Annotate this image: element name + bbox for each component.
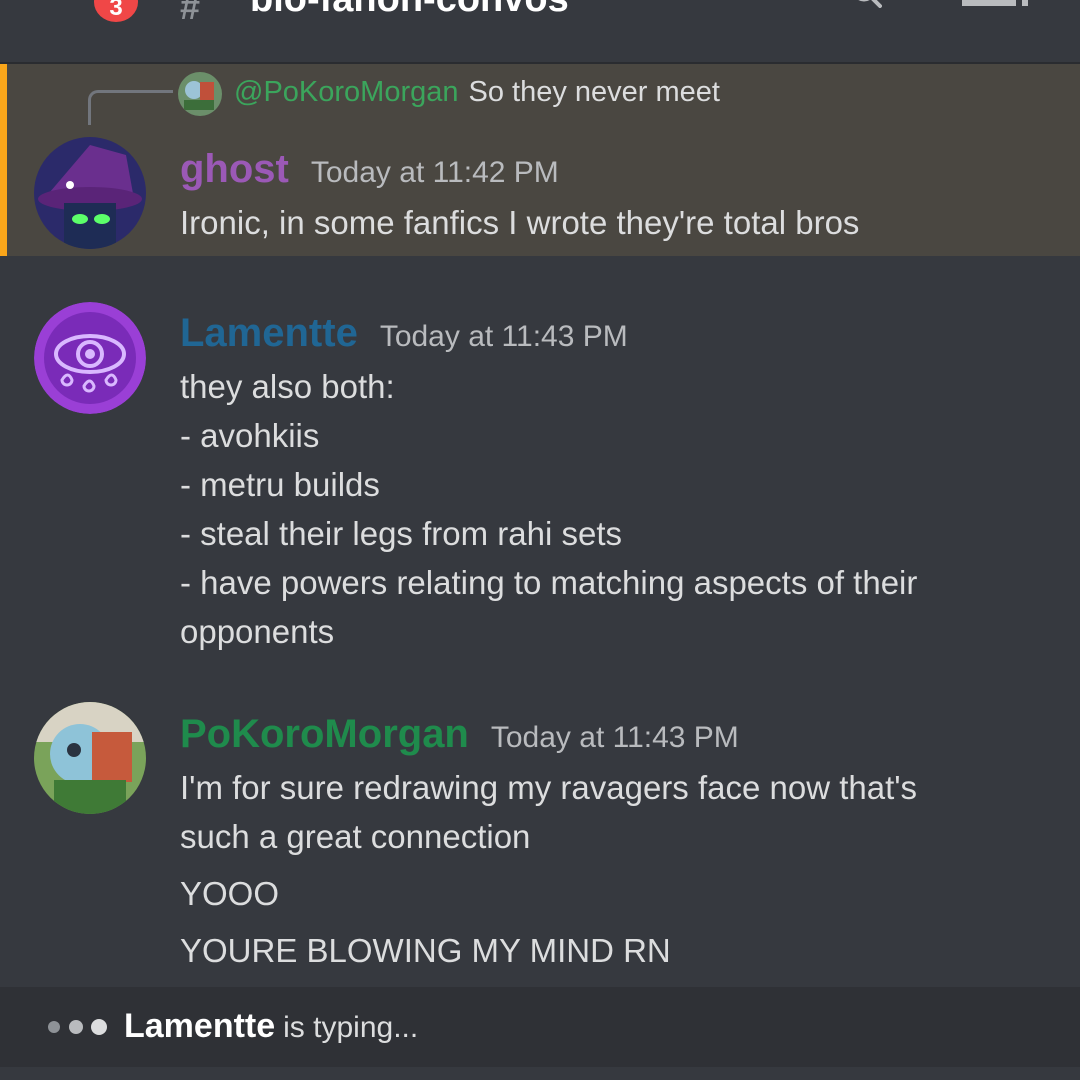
- author-name[interactable]: ghost: [180, 147, 289, 191]
- search-icon[interactable]: [852, 0, 882, 8]
- message-text: I'm for sure redrawing my ravagers face …: [180, 769, 918, 806]
- message-text: - have powers relating to matching aspec…: [180, 564, 918, 601]
- message-text: they also both:: [180, 368, 395, 405]
- message-header: Lamentte Today at 11:43 PM: [180, 311, 628, 356]
- reply-preview[interactable]: @PoKoroMorgan So they never meet: [234, 76, 720, 109]
- author-name[interactable]: Lamentte: [180, 311, 358, 355]
- typing-suffix: is typing...: [283, 1011, 419, 1044]
- message-header: ghost Today at 11:42 PM: [180, 147, 559, 192]
- message-text: - avohkiis: [180, 417, 320, 454]
- author-name[interactable]: PoKoroMorgan: [180, 712, 469, 756]
- timestamp: Today at 11:42 PM: [310, 156, 559, 189]
- message-text: - metru builds: [180, 466, 380, 503]
- message-text: - steal their legs from rahi sets: [180, 515, 622, 552]
- message-text: opponents: [180, 613, 335, 650]
- typing-user: Lamentte: [124, 1007, 276, 1045]
- channel-header: 3 # bio-fanon-convos: [0, 0, 1080, 64]
- bottom-edge: [0, 1067, 1080, 1080]
- timestamp: Today at 11:43 PM: [490, 721, 739, 754]
- typing-dots-icon: [48, 1019, 107, 1035]
- typing-indicator: Lamentte is typing...: [0, 987, 1080, 1067]
- reply-text: So they never meet: [468, 76, 720, 108]
- chat-screen: 3 # bio-fanon-convos @PoKoroMorgan So the…: [0, 0, 1080, 1080]
- message-text: Ironic, in some fanfics I wrote they're …: [180, 204, 860, 241]
- timestamp: Today at 11:43 PM: [379, 320, 628, 353]
- reply-avatar[interactable]: [178, 72, 222, 116]
- avatar[interactable]: [34, 302, 146, 414]
- channel-title[interactable]: bio-fanon-convos: [250, 0, 569, 21]
- avatar[interactable]: [34, 702, 146, 814]
- message-header: PoKoroMorgan Today at 11:43 PM: [180, 712, 739, 757]
- message-text: YOOO: [180, 875, 280, 912]
- avatar[interactable]: [34, 137, 146, 249]
- unread-badge[interactable]: 3: [94, 0, 138, 22]
- reply-connector: [88, 90, 173, 125]
- mention-highlight-bar: [0, 64, 7, 256]
- members-icon[interactable]: [962, 0, 1032, 8]
- reply-mention[interactable]: @PoKoroMorgan: [234, 76, 459, 108]
- message-text: such a great connection: [180, 818, 531, 855]
- channel-hash-icon: #: [180, 0, 201, 27]
- typing-text: Lamentte is typing...: [124, 1007, 418, 1046]
- message-text: YOURE BLOWING MY MIND RN: [180, 932, 671, 969]
